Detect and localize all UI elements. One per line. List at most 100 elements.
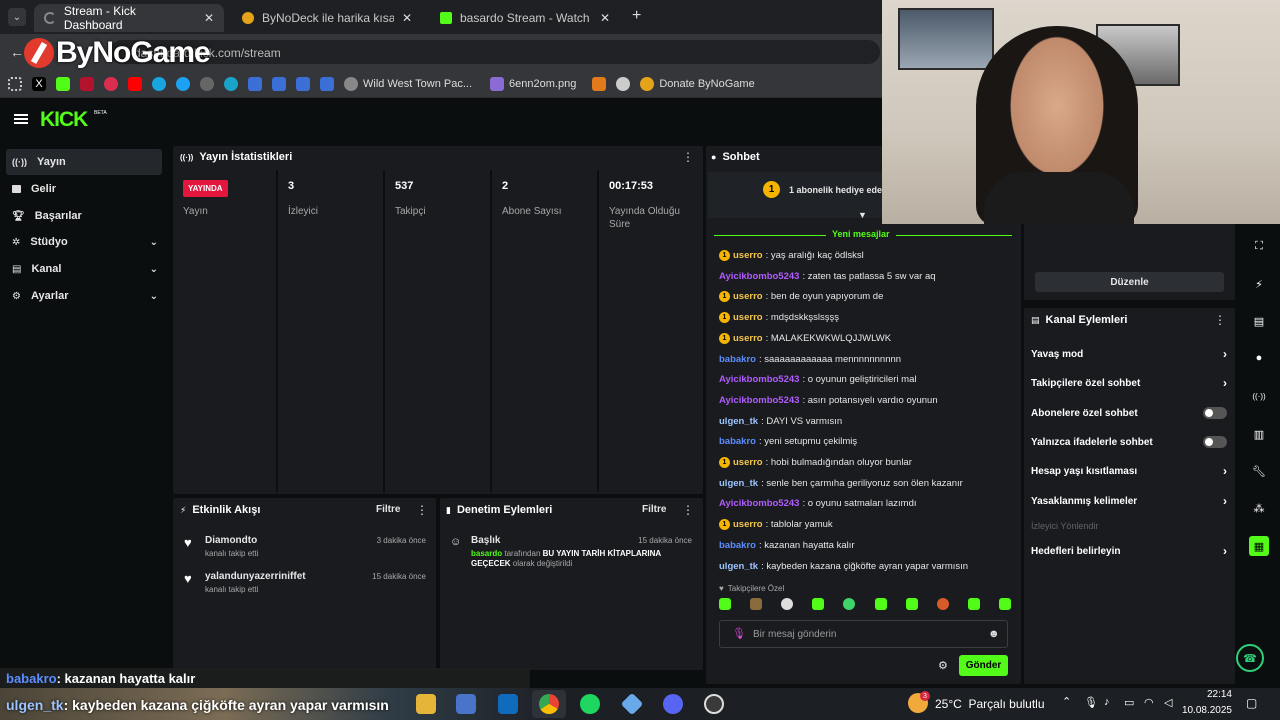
channel-action-row[interactable]: Yalnızca ifadelerle sohbet xyxy=(1031,432,1227,452)
edit-button[interactable]: Düzenle xyxy=(1035,272,1224,292)
chevron-down-icon[interactable]: ⌄ xyxy=(150,264,158,275)
chat-username[interactable]: userro xyxy=(733,291,763,302)
more-vertical-icon[interactable]: ⋮ xyxy=(682,150,694,164)
bookmark-orange-icon[interactable] xyxy=(592,76,607,91)
youtube-icon[interactable] xyxy=(128,76,142,91)
channel-action-row[interactable]: Abonelere özel sohbet xyxy=(1031,403,1227,423)
clapperboard-icon[interactable]: ▦ xyxy=(1249,536,1269,556)
chrome-icon[interactable] xyxy=(539,694,559,714)
new-tab-plus-icon[interactable]: + xyxy=(632,7,641,25)
wifi-icon[interactable]: ◠ xyxy=(1144,696,1154,709)
url-field[interactable]: dashboard.kick.com/stream xyxy=(110,40,880,64)
bookmark-robot-icon[interactable] xyxy=(616,76,631,91)
chat-username[interactable]: babakro xyxy=(719,436,756,447)
send-button[interactable]: Gönder xyxy=(959,655,1008,676)
outlook-icon[interactable] xyxy=(498,694,518,714)
share-icon[interactable]: ⁂ xyxy=(1249,498,1269,518)
activity-user[interactable]: yalandunyazerriniffet xyxy=(205,571,306,582)
tab-search-chevron-icon[interactable]: ⌄ xyxy=(8,8,26,26)
emoji-icon[interactable]: ☻ xyxy=(988,628,1000,640)
chat-bubble-icon[interactable]: ● xyxy=(1249,348,1269,368)
ibb-bookmark-icon[interactable] xyxy=(272,76,286,91)
obs-icon[interactable] xyxy=(704,694,724,714)
channel-action-row[interactable]: Yavaş mod › xyxy=(1031,344,1227,364)
kick-bookmark-icon[interactable] xyxy=(56,76,70,91)
x-logo-icon[interactable]: X xyxy=(32,76,46,91)
bookmark-donate[interactable]: Donate ByNoGame xyxy=(640,76,755,91)
emote-icon[interactable] xyxy=(812,598,825,610)
notification-icon[interactable]: ▢ xyxy=(1246,696,1257,710)
chat-username[interactable]: userro xyxy=(733,312,763,323)
chevron-down-icon[interactable]: ⌄ xyxy=(150,237,158,248)
chat-username[interactable]: babakro xyxy=(719,354,756,365)
emote-icon[interactable] xyxy=(719,598,731,610)
close-icon[interactable]: ✕ xyxy=(204,11,214,25)
battery-icon[interactable]: ▭ xyxy=(1124,696,1134,709)
chat-username[interactable]: userro xyxy=(733,333,763,344)
emote-icon[interactable] xyxy=(781,598,794,610)
bookmark-gray-icon[interactable] xyxy=(200,76,214,91)
tab-bynodeck[interactable]: ByNoDeck ile harika kısayollar y ✕ xyxy=(232,4,422,32)
emote-icon[interactable] xyxy=(874,598,887,610)
close-icon[interactable]: ✕ xyxy=(600,11,610,25)
emote-icon[interactable] xyxy=(998,598,1011,610)
volume-icon[interactable]: ◁ xyxy=(1164,696,1172,709)
chat-username[interactable]: userro xyxy=(733,457,763,468)
notes-icon[interactable]: ▤ xyxy=(1249,311,1269,331)
chat-username[interactable]: ulgen_tk xyxy=(719,478,758,489)
chat-username[interactable]: Ayicikbombo5243 xyxy=(719,374,799,385)
sidebar-item-yayin[interactable]: ((·)) Yayın xyxy=(6,149,162,175)
chevron-down-icon[interactable]: ⌄ xyxy=(150,291,158,302)
file-explorer-icon[interactable] xyxy=(416,694,436,714)
bookmark-6enn2om[interactable]: 6enn2om.png xyxy=(490,76,576,91)
activity-filter-button[interactable]: Filtre xyxy=(376,504,400,515)
fullscreen-icon[interactable]: ⛶ xyxy=(1249,236,1269,256)
channel-action-row[interactable]: Hedefleri belirleyin › xyxy=(1031,541,1227,561)
store-icon[interactable] xyxy=(456,694,476,714)
toggle-switch[interactable] xyxy=(1203,407,1227,419)
moderation-filter-button[interactable]: Filtre xyxy=(642,504,666,515)
sidebar-item-studyo[interactable]: ✲ Stüdyo ⌄ xyxy=(6,229,162,255)
bookmark-red-icon[interactable] xyxy=(80,76,94,91)
support-chat-icon[interactable]: ☎︎ xyxy=(1236,644,1264,672)
ibb-bookmark-icon[interactable] xyxy=(320,76,334,91)
bookmark-teal-icon[interactable] xyxy=(224,76,238,91)
chat-username[interactable]: babakro xyxy=(719,540,756,551)
moderation-user[interactable]: basardo xyxy=(471,549,502,558)
close-icon[interactable]: ✕ xyxy=(402,11,412,25)
broadcast-icon[interactable]: ((·)) xyxy=(1249,386,1269,406)
chat-username[interactable]: Ayicikbombo5243 xyxy=(719,498,799,509)
sidebar-item-gelir[interactable]: Gelir xyxy=(6,176,162,202)
more-vertical-icon[interactable]: ⋮ xyxy=(416,503,428,517)
kick-logo[interactable]: KICK xyxy=(40,109,88,130)
chat-username[interactable]: ulgen_tk xyxy=(719,416,758,427)
chat-username[interactable]: userro xyxy=(733,250,763,261)
emote-icon[interactable] xyxy=(905,598,918,610)
clock-date[interactable]: 10.08.2025 xyxy=(1180,705,1232,716)
back-arrow-icon[interactable]: ← xyxy=(10,44,24,60)
toggle-switch[interactable] xyxy=(1203,436,1227,448)
chat-settings-gear-icon[interactable]: ⚙︎ xyxy=(938,659,948,672)
layout-icon[interactable]: ▥ xyxy=(1249,424,1269,444)
more-vertical-icon[interactable]: ⋮ xyxy=(1214,313,1226,327)
emote-icon[interactable] xyxy=(967,598,980,610)
chevron-up-icon[interactable]: ⌃ xyxy=(1062,695,1071,708)
clock-time[interactable]: 22:14 xyxy=(1186,689,1232,700)
tab-basardo-stream[interactable]: basardo Stream - Watch Live or ✕ xyxy=(430,4,620,32)
bookmark-wild-west[interactable]: Wild West Town Pac... xyxy=(344,76,472,91)
chat-username[interactable]: ulgen_tk xyxy=(719,561,758,572)
discord-icon[interactable] xyxy=(663,694,683,714)
channel-action-row[interactable]: Hesap yaşı kısıtlaması › xyxy=(1031,461,1227,481)
microphone-icon[interactable]: 🎙︎ xyxy=(732,627,746,640)
lightning-icon[interactable]: ⚡︎ xyxy=(1249,274,1269,294)
tab-kick-dashboard[interactable]: Stream - Kick Dashboard ✕ xyxy=(34,4,224,32)
chat-username[interactable]: Ayicikbombo5243 xyxy=(719,395,799,406)
chat-username[interactable]: Ayicikbombo5243 xyxy=(719,271,799,282)
mic-tray-icon[interactable]: ♪ xyxy=(1104,696,1110,708)
channel-action-row[interactable]: Yasaklanmış kelimeler › xyxy=(1031,491,1227,511)
ibb-bookmark-icon[interactable] xyxy=(248,76,262,91)
emote-icon[interactable] xyxy=(843,598,856,610)
bookmark-s-icon[interactable] xyxy=(104,76,118,91)
hamburger-menu-icon[interactable] xyxy=(14,114,28,124)
emote-icon[interactable] xyxy=(936,598,949,610)
